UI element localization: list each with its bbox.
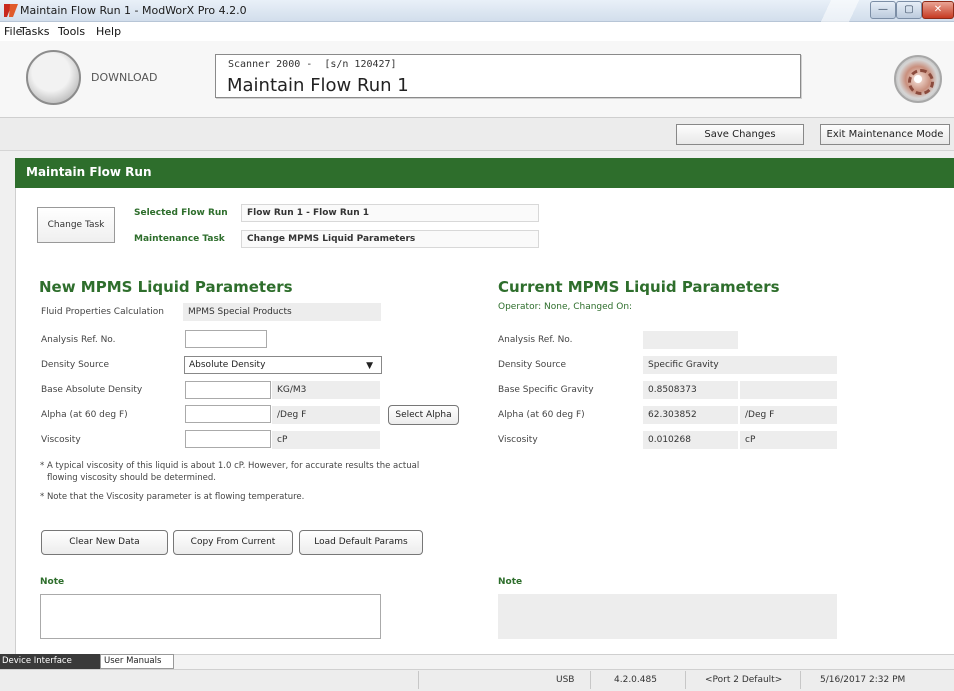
status-divider xyxy=(590,671,591,689)
current-base-sg-label: Base Specific Gravity xyxy=(498,385,594,395)
base-density-label: Base Absolute Density xyxy=(41,385,143,395)
base-density-unit: KG/M3 xyxy=(272,381,380,399)
viscosity-note-line1: * A typical viscosity of this liquid is … xyxy=(40,461,420,471)
alpha-label: Alpha (at 60 deg F) xyxy=(41,410,128,420)
current-alpha-unit: /Deg F xyxy=(740,406,837,424)
current-alpha-label: Alpha (at 60 deg F) xyxy=(498,410,585,420)
current-density-source-label: Density Source xyxy=(498,360,566,370)
screen-title: Maintain Flow Run 1 xyxy=(227,75,409,96)
minimize-button[interactable]: — xyxy=(870,1,896,19)
alpha-input[interactable] xyxy=(185,405,271,423)
current-viscosity-unit: cP xyxy=(740,431,837,449)
current-base-sg-unit-cell xyxy=(740,381,837,399)
select-alpha-button[interactable]: Select Alpha xyxy=(388,405,459,425)
fluid-calc-value: MPMS Special Products xyxy=(183,303,381,321)
brand-logo-icon xyxy=(894,55,942,103)
toolbar xyxy=(0,118,954,151)
window-title: Maintain Flow Run 1 - ModWorX Pro 4.2.0 xyxy=(20,4,247,17)
app-logo-icon xyxy=(4,4,18,17)
status-divider xyxy=(685,671,686,689)
maximize-button[interactable]: ▢ xyxy=(896,1,922,19)
current-analysis-label: Analysis Ref. No. xyxy=(498,335,573,345)
current-note-box xyxy=(498,594,837,639)
viscosity-note-line2: flowing viscosity should be determined. xyxy=(47,473,216,483)
fluid-calc-label: Fluid Properties Calculation xyxy=(41,307,165,317)
new-note-label: Note xyxy=(40,577,65,587)
new-note-textarea[interactable] xyxy=(40,594,381,639)
operator-line: Operator: None, Changed On: xyxy=(498,302,633,312)
menu-help[interactable]: Help xyxy=(96,25,121,38)
analysis-ref-input[interactable] xyxy=(185,330,267,348)
load-default-params-button[interactable]: Load Default Params xyxy=(299,530,423,555)
save-changes-button[interactable]: Save Changes xyxy=(676,124,804,145)
status-port: <Port 2 Default> xyxy=(705,675,783,685)
close-button[interactable]: ✕ xyxy=(922,1,954,19)
copy-from-current-button[interactable]: Copy From Current xyxy=(173,530,293,555)
status-divider xyxy=(800,671,801,689)
panel-title: Maintain Flow Run xyxy=(26,165,152,179)
tab-device-interface[interactable]: Device Interface xyxy=(0,654,100,669)
maintenance-task-label: Maintenance Task xyxy=(134,234,225,244)
current-analysis-value xyxy=(643,331,738,349)
change-task-button[interactable]: Change Task xyxy=(37,207,115,243)
status-connection: USB xyxy=(556,675,575,685)
download-button[interactable] xyxy=(26,50,81,105)
density-source-dropdown[interactable]: Absolute Density ▼ xyxy=(184,356,382,374)
device-name: Scanner 2000 - [s/n 120427] xyxy=(228,59,397,70)
flowing-temperature-note: * Note that the Viscosity parameter is a… xyxy=(40,492,305,502)
maintenance-task-value: Change MPMS Liquid Parameters xyxy=(247,234,416,244)
current-base-sg-value: 0.8508373 xyxy=(643,381,738,399)
viscosity-input[interactable] xyxy=(185,430,271,448)
menu-tasks[interactable]: Tasks xyxy=(20,25,49,38)
current-note-label: Note xyxy=(498,577,523,587)
viscosity-label: Viscosity xyxy=(41,435,81,445)
status-datetime: 5/16/2017 2:32 PM xyxy=(820,675,906,685)
exit-maintenance-button[interactable]: Exit Maintenance Mode xyxy=(820,124,950,145)
density-source-label: Density Source xyxy=(41,360,109,370)
current-params-title: Current MPMS Liquid Parameters xyxy=(498,278,780,296)
base-density-input[interactable] xyxy=(185,381,271,399)
viscosity-unit: cP xyxy=(272,431,380,449)
current-density-source-value: Specific Gravity xyxy=(643,356,837,374)
title-bar-decoration xyxy=(810,0,870,22)
selected-flow-run-value: Flow Run 1 - Flow Run 1 xyxy=(247,208,370,218)
chevron-down-icon: ▼ xyxy=(366,361,373,371)
analysis-ref-label: Analysis Ref. No. xyxy=(41,335,116,345)
current-viscosity-value: 0.010268 xyxy=(643,431,738,449)
selected-flow-run-label: Selected Flow Run xyxy=(134,208,228,218)
current-alpha-value: 62.303852 xyxy=(643,406,738,424)
density-source-value: Absolute Density xyxy=(189,360,266,370)
clear-new-data-button[interactable]: Clear New Data xyxy=(41,530,168,555)
status-divider xyxy=(418,671,419,689)
menu-tools[interactable]: Tools xyxy=(58,25,85,38)
current-viscosity-label: Viscosity xyxy=(498,435,538,445)
download-label[interactable]: DOWNLOAD xyxy=(91,71,157,84)
panel-header xyxy=(15,158,954,188)
menu-bar xyxy=(0,22,954,41)
new-params-title: New MPMS Liquid Parameters xyxy=(39,278,293,296)
status-bar xyxy=(0,669,954,691)
tab-user-manuals[interactable]: User Manuals xyxy=(100,654,174,669)
alpha-unit: /Deg F xyxy=(272,406,380,424)
status-version: 4.2.0.485 xyxy=(614,675,657,685)
